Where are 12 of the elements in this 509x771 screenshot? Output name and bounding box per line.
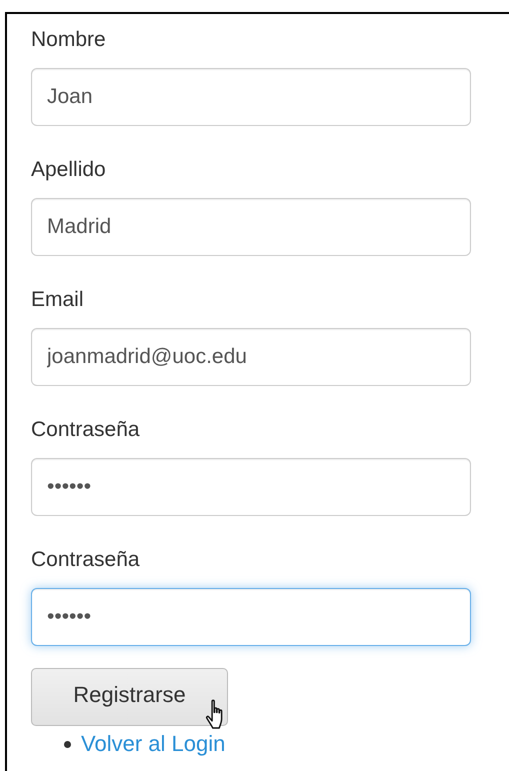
input-field[interactable]: •••••• [31, 458, 471, 516]
input-field[interactable]: Joan [31, 68, 471, 126]
field-label: Contraseña [31, 417, 140, 443]
field-label: Contraseña [31, 547, 140, 573]
input-field[interactable]: Madrid [31, 198, 471, 256]
back-to-login-link[interactable]: Volver al Login [81, 730, 226, 758]
register-button[interactable]: Registrarse [31, 668, 228, 726]
bullet-icon [64, 740, 71, 748]
field-label: Email [31, 287, 84, 313]
field-label: Nombre [31, 27, 106, 53]
field-label: Apellido [31, 157, 106, 183]
input-field[interactable]: •••••• [31, 588, 471, 646]
